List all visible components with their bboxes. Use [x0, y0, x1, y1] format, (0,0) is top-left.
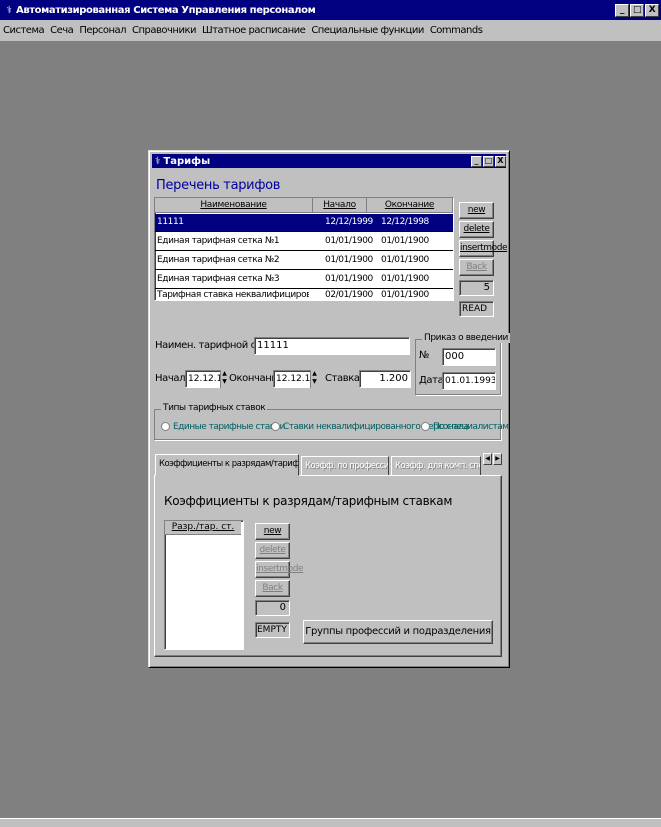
- tab-insertmode-button[interactable]: insertmode: [255, 561, 304, 578]
- maximize-button[interactable]: □: [630, 3, 644, 17]
- tariff-name-input[interactable]: 11111: [254, 337, 410, 355]
- order-number-label: №: [419, 350, 430, 361]
- rate-label: Ставка: [325, 373, 360, 384]
- tariffs-window: ⚕ Тарифы _ □ X Перечень тарифов Наименов…: [148, 150, 510, 668]
- delete-button[interactable]: delete: [459, 221, 494, 238]
- order-date-label: Дата: [419, 375, 444, 386]
- menu-item-commands[interactable]: Commands: [427, 25, 486, 36]
- table-row[interactable]: 11111 12/12/1999 12/12/1998: [155, 214, 453, 232]
- tariffs-title-bar: ⚕ Тарифы _ □ X: [152, 154, 506, 168]
- tab-grade-coefficients[interactable]: Коэффициенты к разрядам/тарифным ставкам: [155, 454, 299, 476]
- close-button[interactable]: X: [645, 3, 659, 17]
- tariff-types-label: Типы тарифных ставок: [161, 403, 268, 413]
- grade-grid[interactable]: Разр./тар. ст.: [164, 520, 244, 650]
- app-title: Автоматизированная Система Управления пе…: [16, 4, 316, 16]
- tab-record-count: 0: [255, 600, 290, 616]
- dialog-close-button[interactable]: X: [495, 155, 506, 167]
- tab-profession-coefficients[interactable]: Коэфф. по профессиям: [301, 456, 389, 476]
- menu-item-personnel[interactable]: Персонал: [76, 25, 129, 36]
- tab-computer-specialist-coefficients[interactable]: Коэфф. для комп. специал...: [391, 456, 481, 476]
- start-date-spinner[interactable]: ▲ ▼: [220, 370, 228, 388]
- order-group-label: Приказ о введении: [422, 333, 510, 343]
- record-count: 5: [459, 280, 494, 296]
- order-group: Приказ о введении № 000 Дата 01.01.1993: [415, 333, 510, 395]
- tab-scroll-right-icon[interactable]: ▶: [493, 453, 502, 465]
- tab-back-button[interactable]: Back: [255, 580, 290, 597]
- order-number-input[interactable]: 000: [442, 348, 496, 366]
- tab-panel: Коэффициенты к разрядам/тарифным ставкам…: [154, 475, 502, 657]
- column-header-end[interactable]: Окончание: [367, 198, 453, 213]
- radio-button[interactable]: [161, 422, 170, 431]
- radio-option-specialists[interactable]: По специалистам: [421, 422, 509, 432]
- window-icon: ⚕: [155, 155, 161, 167]
- tariff-list-heading: Перечень тарифов: [156, 178, 281, 193]
- column-header-name[interactable]: Наименование: [155, 198, 313, 213]
- tab-delete-button[interactable]: delete: [255, 542, 290, 559]
- menu-item-staff-schedule[interactable]: Штатное расписание: [199, 25, 308, 36]
- bottom-bar: [0, 818, 661, 827]
- table-row[interactable]: Тарифная ставка неквалифицированных рабо…: [155, 290, 453, 302]
- tab-panel-heading: Коэффициенты к разрядам/тарифным ставкам: [164, 494, 453, 508]
- menu-item-directories[interactable]: Справочники: [129, 25, 199, 36]
- tariff-grid[interactable]: Наименование Начало Окончание 11111 12/1…: [154, 197, 454, 301]
- tab-status-indicator: EMPTY: [255, 622, 290, 638]
- new-button[interactable]: new: [459, 202, 494, 219]
- tab-scroll-left-icon[interactable]: ◀: [483, 453, 492, 465]
- minimize-button[interactable]: _: [615, 3, 629, 17]
- order-date-input[interactable]: 01.01.1993: [442, 372, 496, 390]
- menu-item-secha[interactable]: Сеча: [47, 25, 76, 36]
- column-header-grade[interactable]: Разр./тар. ст.: [165, 521, 241, 535]
- end-date-spinner[interactable]: ▲ ▼: [310, 370, 318, 388]
- radio-button[interactable]: [421, 422, 430, 431]
- menu-item-special-functions[interactable]: Специальные функции: [308, 25, 427, 36]
- app-icon: ⚕: [6, 4, 12, 16]
- radio-option-unified[interactable]: Единые тарифные ставки: [161, 422, 285, 432]
- rate-input[interactable]: 1.200: [359, 370, 411, 388]
- app-title-bar: ⚕ Автоматизированная Система Управления …: [0, 0, 661, 20]
- tariff-types-group: Типы тарифных ставок Единые тарифные ста…: [154, 403, 509, 440]
- tab-scroll: ◀ ▶: [482, 453, 502, 465]
- back-button[interactable]: Back: [459, 259, 494, 276]
- dialog-minimize-button[interactable]: _: [471, 155, 482, 167]
- tab-new-button[interactable]: new: [255, 523, 290, 540]
- table-row[interactable]: Единая тарифная сетка №1 01/01/1900 01/0…: [155, 233, 453, 251]
- table-row[interactable]: Единая тарифная сетка №3 01/01/1900 01/0…: [155, 271, 453, 289]
- tariffs-title: Тарифы: [163, 155, 211, 167]
- status-indicator: READ: [459, 301, 494, 317]
- radio-button[interactable]: [271, 422, 280, 431]
- table-row[interactable]: Единая тарифная сетка №2 01/01/1900 01/0…: [155, 252, 453, 270]
- menu-item-system[interactable]: Система: [0, 25, 47, 36]
- column-header-start[interactable]: Начало: [313, 198, 367, 213]
- profession-groups-button[interactable]: Группы профессий и подразделения: [303, 620, 493, 644]
- dialog-maximize-button[interactable]: □: [483, 155, 494, 167]
- menu-bar: Система Сеча Персонал Справочники Штатно…: [0, 20, 661, 42]
- insertmode-button[interactable]: insertmode: [459, 240, 508, 257]
